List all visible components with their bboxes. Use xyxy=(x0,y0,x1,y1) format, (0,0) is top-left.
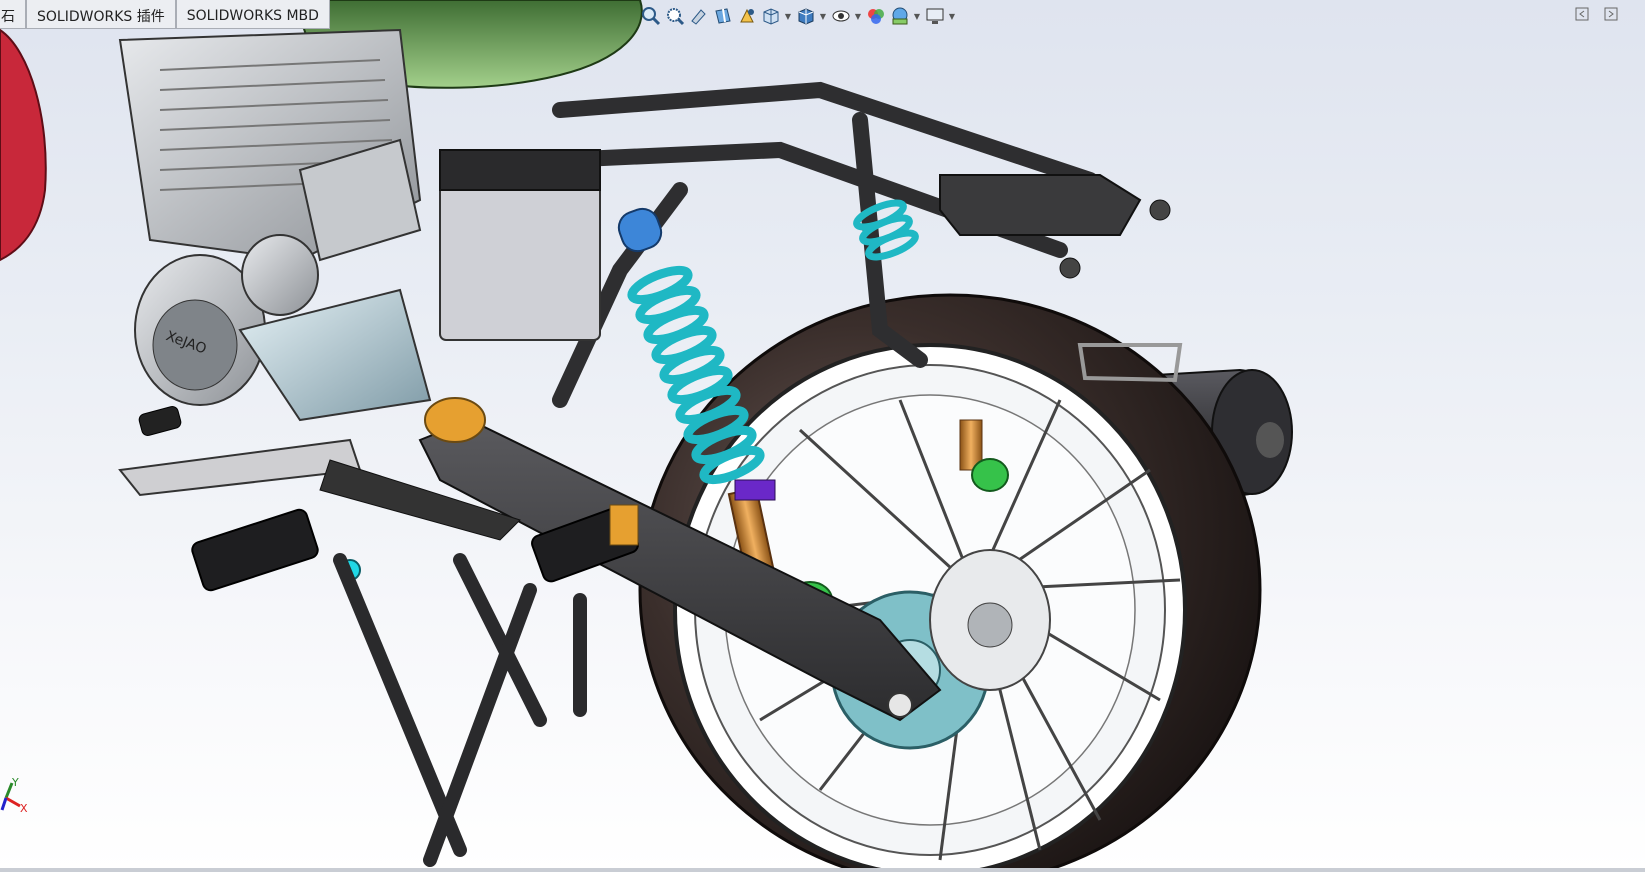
hide-show-dropdown-icon[interactable]: ▼ xyxy=(854,6,862,27)
triad-axes-icon xyxy=(0,782,21,811)
luggage-plate-part xyxy=(939,174,1142,236)
command-manager-tabs: 石 SOLIDWORKS 插件 SOLIDWORKS MBD xyxy=(0,0,330,29)
graphics-area[interactable]: XeJAO xyxy=(0,0,1645,872)
triad-x-label: X xyxy=(20,802,28,815)
fuel-tank-part xyxy=(0,28,47,262)
zoom-to-area-icon[interactable] xyxy=(664,6,685,27)
apply-scene-dropdown-icon[interactable]: ▼ xyxy=(913,6,921,27)
battery-part xyxy=(439,179,601,341)
maximize-window-icon[interactable] xyxy=(1603,6,1619,22)
tab-solidworks-addins[interactable]: SOLIDWORKS 插件 xyxy=(26,0,176,29)
section-view-icon[interactable] xyxy=(712,6,733,27)
shift-pedal-rubber-part xyxy=(138,406,182,436)
tab-solidworks-mbd[interactable]: SOLIDWORKS MBD xyxy=(175,0,330,29)
center-stand-part xyxy=(333,553,587,867)
previous-view-icon[interactable] xyxy=(688,6,709,27)
view-settings-icon[interactable] xyxy=(924,6,945,27)
hide-show-items-icon[interactable] xyxy=(830,6,851,27)
view-settings-dropdown-icon[interactable]: ▼ xyxy=(948,6,956,27)
edit-appearance-icon[interactable] xyxy=(865,6,886,27)
view-orientation-dropdown-icon[interactable]: ▼ xyxy=(784,6,792,27)
display-style-dropdown-icon[interactable]: ▼ xyxy=(819,6,827,27)
display-style-icon[interactable] xyxy=(795,6,816,27)
model-render[interactable]: XeJAO xyxy=(0,0,1645,872)
triad-y-label: Y xyxy=(12,776,19,789)
view-orientation-icon[interactable] xyxy=(760,6,781,27)
restore-window-icon[interactable] xyxy=(1574,6,1590,22)
apply-scene-icon[interactable] xyxy=(889,6,910,27)
viewport-bottom-border xyxy=(0,868,1645,872)
reference-triad: Y X xyxy=(0,768,40,828)
tab-cut-off[interactable]: 石 xyxy=(0,0,26,29)
solidworks-window: XeJAO 石 SOLIDWORKS 插件 SOLIDWORKS MBD ▼ ▼… xyxy=(0,0,1645,872)
zoom-to-fit-icon[interactable] xyxy=(640,6,661,27)
left-footpeg-part xyxy=(191,508,319,592)
heads-up-view-toolbar: ▼ ▼ ▼ ▼ ▼ xyxy=(640,3,956,29)
dynamic-annotation-view-icon[interactable] xyxy=(736,6,757,27)
